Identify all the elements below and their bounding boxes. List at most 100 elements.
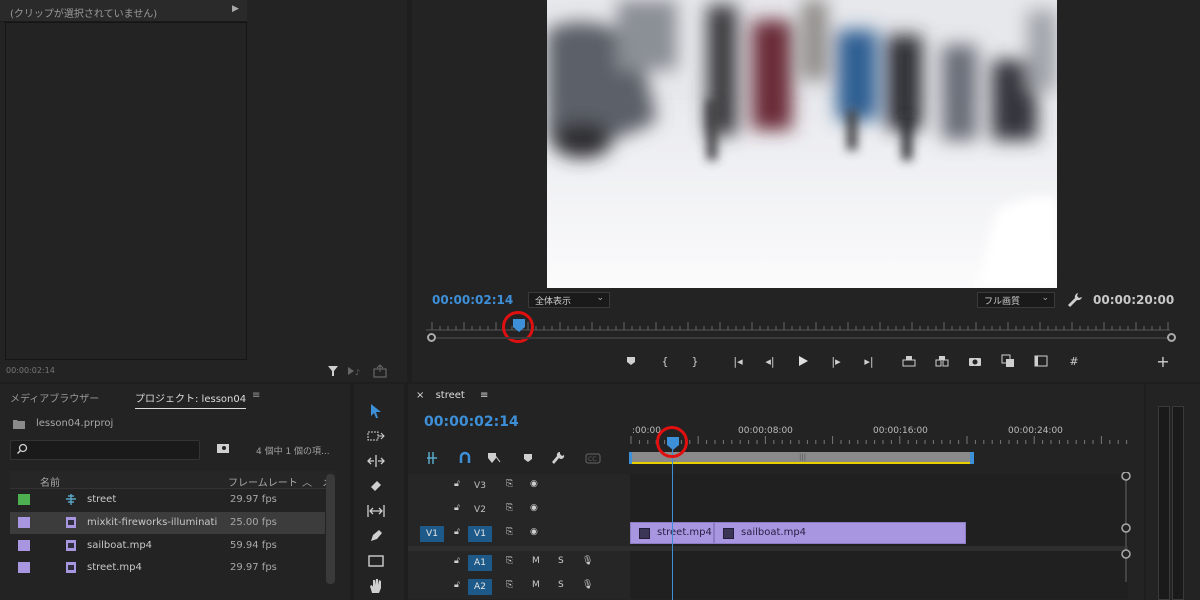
work-area-start-handle[interactable]: [629, 452, 632, 464]
sync-lock-icon[interactable]: ⎘: [506, 580, 513, 590]
source-patch-v1[interactable]: V1: [420, 526, 444, 542]
track-name[interactable]: A2: [468, 579, 492, 595]
timeline-timecode[interactable]: 00:00:02:14: [424, 414, 519, 430]
column-frame-rate[interactable]: フレームレート: [228, 474, 298, 489]
sort-ascending-icon[interactable]: ︿: [302, 474, 312, 489]
razor-tool-icon[interactable]: [364, 475, 388, 497]
eye-icon[interactable]: ◉: [530, 527, 538, 537]
step-forward-icon[interactable]: |▸: [825, 350, 847, 372]
lock-icon[interactable]: 🔓︎: [454, 503, 460, 513]
lock-icon[interactable]: 🔓︎: [454, 556, 460, 566]
track-name[interactable]: V1: [468, 526, 492, 542]
track-name[interactable]: V3: [468, 478, 492, 494]
step-back-icon[interactable]: ◂|: [759, 350, 781, 372]
eye-icon[interactable]: ◉: [530, 503, 538, 513]
lock-icon[interactable]: 🔓︎: [454, 527, 460, 537]
playback-resolution-select[interactable]: フル画質 ⌄: [977, 292, 1055, 308]
mute-button[interactable]: M: [532, 580, 540, 590]
timeline-playhead-line[interactable]: [672, 437, 673, 600]
track-lane[interactable]: [630, 575, 1128, 599]
timeline-settings-wrench-icon[interactable]: [552, 451, 565, 464]
column-name[interactable]: 名前: [40, 474, 60, 489]
timeline-clip[interactable]: sailboat.mp4: [714, 522, 966, 544]
overwrite-icon[interactable]: ♪: [348, 367, 360, 377]
source-monitor-header[interactable]: (クリップが選択されていません) ▶: [0, 0, 247, 22]
add-button-icon[interactable]: +: [1152, 350, 1174, 372]
grid-icon[interactable]: #: [1063, 350, 1085, 372]
scrollbar-left-handle[interactable]: [427, 333, 436, 342]
settings-wrench-icon[interactable]: [1067, 292, 1083, 311]
zoom-level-select[interactable]: 全体表示 ⌄: [528, 292, 610, 308]
selection-tool-icon[interactable]: [364, 400, 388, 422]
label-color-swatch[interactable]: [18, 494, 30, 505]
play-icon[interactable]: [792, 350, 814, 372]
solo-button[interactable]: S: [558, 580, 564, 590]
panel-menu-icon[interactable]: ≡: [480, 390, 488, 401]
safe-margins-icon[interactable]: [1030, 350, 1052, 372]
mark-in-icon[interactable]: {: [654, 350, 676, 372]
eye-icon[interactable]: ◉: [530, 479, 538, 489]
microphone-icon[interactable]: 🎙︎: [582, 556, 593, 566]
track-select-tool-icon[interactable]: [364, 425, 388, 447]
slip-tool-icon[interactable]: [364, 500, 388, 522]
scrollbar-right-handle[interactable]: [1167, 333, 1176, 342]
track-lane[interactable]: [630, 474, 1128, 498]
camera-icon[interactable]: [964, 350, 986, 372]
extract-icon[interactable]: [931, 350, 953, 372]
add-marker-icon[interactable]: [620, 350, 642, 372]
project-item-row[interactable]: street.mp4 29.97 fps: [10, 557, 325, 579]
insert-icon[interactable]: [328, 366, 338, 376]
timeline-tab[interactable]: × street ≡: [416, 390, 488, 401]
project-item-row[interactable]: mixkit-fireworks-illuminatin 25.00 fps: [10, 512, 325, 534]
rectangle-tool-icon[interactable]: [364, 550, 388, 572]
sync-lock-icon[interactable]: ⎘: [506, 556, 513, 566]
microphone-icon[interactable]: 🎙︎: [582, 580, 593, 590]
project-item-row[interactable]: street 29.97 fps: [10, 489, 325, 511]
mute-button[interactable]: M: [532, 556, 540, 566]
linked-selection-icon[interactable]: [488, 453, 501, 463]
nest-icon[interactable]: [427, 452, 437, 464]
lock-icon[interactable]: 🔓︎: [454, 580, 460, 590]
label-color-swatch[interactable]: [18, 562, 30, 573]
track-name[interactable]: A1: [468, 555, 492, 571]
program-time-ruler[interactable]: [426, 318, 1177, 334]
export-frame-icon[interactable]: [373, 364, 387, 378]
lift-icon[interactable]: [898, 350, 920, 372]
program-zoom-scrollbar[interactable]: [432, 337, 1170, 339]
tab-project[interactable]: プロジェクト: lesson04: [135, 390, 247, 409]
track-lane[interactable]: [630, 551, 1128, 575]
project-item-row[interactable]: sailboat.mp4 59.94 fps: [10, 535, 325, 557]
highlight-circle: [656, 426, 688, 458]
label-color-swatch[interactable]: [18, 517, 30, 528]
work-area-grip-icon[interactable]: |||: [799, 453, 806, 461]
label-color-swatch[interactable]: [18, 540, 30, 551]
close-tab-icon[interactable]: ×: [416, 390, 424, 401]
sync-lock-icon[interactable]: ⎘: [506, 527, 513, 537]
tab-media-browser[interactable]: メディアブラウザー: [10, 390, 99, 405]
snap-magnet-icon[interactable]: [459, 451, 471, 463]
solo-button[interactable]: S: [558, 556, 564, 566]
sync-lock-icon[interactable]: ⎘: [506, 503, 513, 513]
project-vertical-scrollbar[interactable]: [326, 474, 335, 584]
program-timecode[interactable]: 00:00:02:14: [432, 293, 513, 307]
lock-icon[interactable]: 🔓︎: [454, 479, 460, 489]
comparison-view-icon[interactable]: [997, 350, 1019, 372]
expand-arrow-icon[interactable]: ▶: [232, 4, 239, 14]
add-marker-icon[interactable]: [524, 454, 532, 462]
go-to-out-icon[interactable]: ▸|: [858, 350, 880, 372]
ripple-edit-tool-icon[interactable]: [364, 450, 388, 472]
work-area-end-handle[interactable]: [970, 452, 974, 464]
go-to-in-icon[interactable]: |◂: [727, 350, 749, 372]
timeline-vertical-scrollbar[interactable]: [1116, 471, 1136, 600]
new-search-bin-icon[interactable]: [216, 442, 230, 457]
panel-menu-icon[interactable]: ≡: [252, 390, 260, 401]
project-search-input[interactable]: [10, 440, 200, 460]
pen-tool-icon[interactable]: [364, 525, 388, 547]
captions-icon[interactable]: CC: [585, 453, 601, 464]
track-lane[interactable]: [630, 498, 1128, 522]
track-name[interactable]: V2: [468, 502, 492, 518]
hand-tool-icon[interactable]: [364, 575, 388, 597]
mark-out-icon[interactable]: }: [684, 350, 706, 372]
track-lane[interactable]: street.mp4 sailboat.mp4: [630, 522, 1128, 546]
sync-lock-icon[interactable]: ⎘: [506, 479, 513, 489]
